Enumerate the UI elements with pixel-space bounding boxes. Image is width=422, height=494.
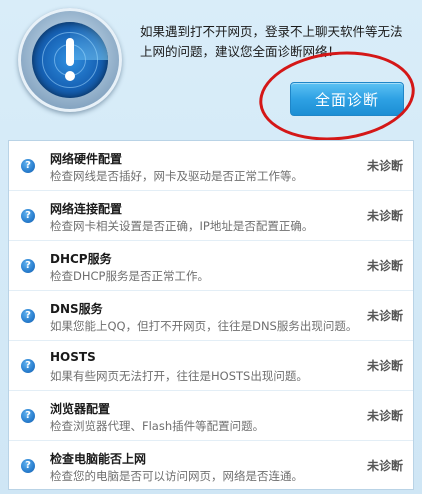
item-status: 未诊断 <box>366 259 403 273</box>
item-status: 未诊断 <box>366 209 403 223</box>
question-icon: ? <box>21 459 35 473</box>
list-item[interactable]: ? 网络硬件配置 检查网线是否插好，网卡及驱动是否正常工作等。 未诊断 <box>9 141 413 191</box>
list-item[interactable]: ? 浏览器配置 检查浏览器代理、Flash插件等配置问题。 未诊断 <box>9 391 413 441</box>
item-description: 如果有些网页无法打开，往往是HOSTS出现问题。 <box>50 369 308 383</box>
item-description: 检查网卡相关设置是否正确，IP地址是否配置正确。 <box>50 219 314 233</box>
list-item[interactable]: ? 检查电脑能否上网 检查您的电脑是否可以访问网页，网络是否连通。 未诊断 <box>9 441 413 491</box>
item-status: 未诊断 <box>366 309 403 323</box>
radar-warning-icon <box>18 8 122 112</box>
header: 如果遇到打不开网页，登录不上聊天软件等无法上网的问题，建议您全面诊断网络！ 全面… <box>0 0 422 148</box>
item-title: HOSTS <box>50 350 96 364</box>
question-icon: ? <box>21 259 35 273</box>
item-status: 未诊断 <box>366 159 403 173</box>
item-status: 未诊断 <box>366 459 403 473</box>
question-icon: ? <box>21 409 35 423</box>
diagnosis-item-list: ? 网络硬件配置 检查网线是否插好，网卡及驱动是否正常工作等。 未诊断 ? 网络… <box>8 140 414 490</box>
list-item[interactable]: ? 网络连接配置 检查网卡相关设置是否正确，IP地址是否配置正确。 未诊断 <box>9 191 413 241</box>
full-diagnosis-button[interactable]: 全面诊断 <box>290 82 404 116</box>
item-description: 检查网线是否插好，网卡及驱动是否正常工作等。 <box>50 169 303 183</box>
item-title: 网络连接配置 <box>50 202 123 216</box>
item-title: DNS服务 <box>50 302 103 316</box>
question-icon: ? <box>21 209 35 223</box>
item-description: 如果您能上QQ，但打不开网页，往往是DNS服务出现问题。 <box>50 319 358 333</box>
exclamation-icon <box>65 38 75 81</box>
item-description: 检查DHCP服务是否正常工作。 <box>50 269 209 283</box>
item-title: 检查电脑能否上网 <box>50 452 147 466</box>
item-description: 检查您的电脑是否可以访问网页，网络是否连通。 <box>50 469 303 483</box>
item-title: 浏览器配置 <box>50 402 111 416</box>
item-status: 未诊断 <box>366 409 403 423</box>
question-icon: ? <box>21 159 35 173</box>
question-icon: ? <box>21 359 35 373</box>
list-item[interactable]: ? DNS服务 如果您能上QQ，但打不开网页，往往是DNS服务出现问题。 未诊断 <box>9 291 413 341</box>
item-description: 检查浏览器代理、Flash插件等配置问题。 <box>50 419 265 433</box>
item-title: DHCP服务 <box>50 252 112 266</box>
item-title: 网络硬件配置 <box>50 152 123 166</box>
network-diagnosis-panel: 如果遇到打不开网页，登录不上聊天软件等无法上网的问题，建议您全面诊断网络！ 全面… <box>0 0 422 494</box>
header-message: 如果遇到打不开网页，登录不上聊天软件等无法上网的问题，建议您全面诊断网络！ <box>140 24 403 59</box>
list-item[interactable]: ? DHCP服务 检查DHCP服务是否正常工作。 未诊断 <box>9 241 413 291</box>
item-status: 未诊断 <box>366 359 403 373</box>
list-item[interactable]: ? HOSTS 如果有些网页无法打开，往往是HOSTS出现问题。 未诊断 <box>9 341 413 391</box>
question-icon: ? <box>21 309 35 323</box>
